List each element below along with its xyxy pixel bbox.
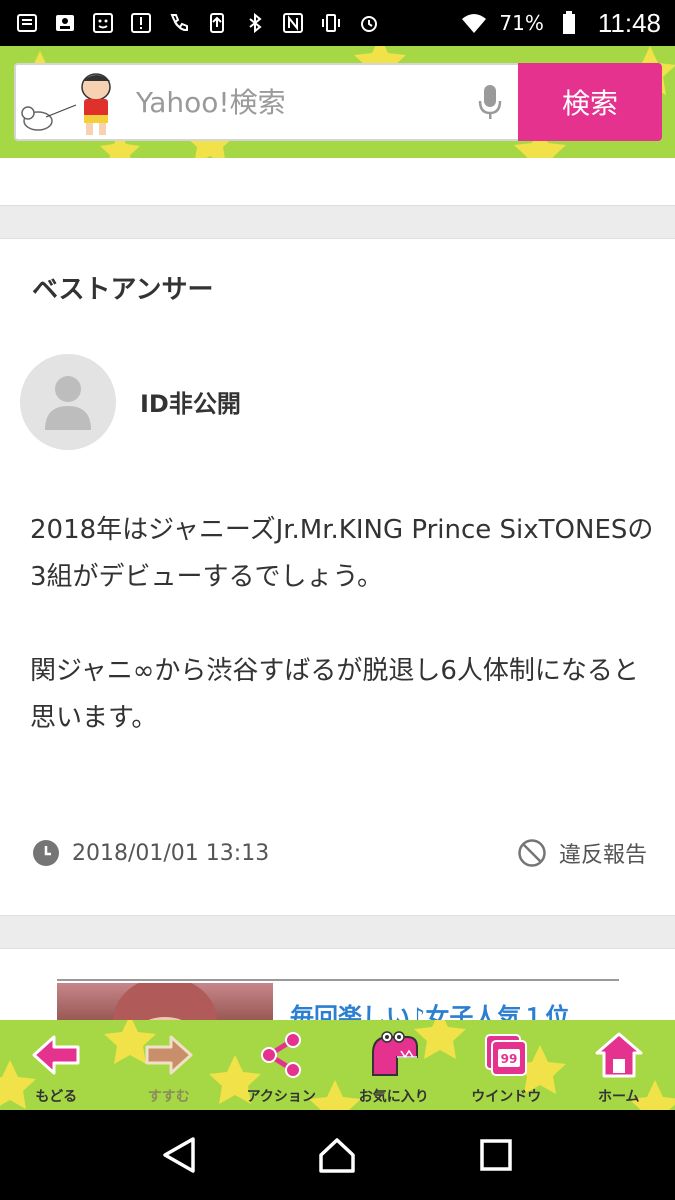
clock-icon	[33, 840, 59, 866]
upload-icon	[204, 10, 230, 36]
report-label: 違反報告	[558, 843, 647, 868]
top-content-strip	[0, 158, 675, 206]
clock: 11:48	[597, 7, 661, 38]
toolbar-label: ウインドウ	[471, 1089, 542, 1105]
prohibited-icon	[518, 839, 546, 867]
toolbar-label: すすむ	[147, 1089, 190, 1105]
report-link[interactable]: 違反報告	[517, 837, 647, 869]
ad-card[interactable]: 毎回楽しい♪女子人気１位	[0, 948, 675, 1028]
toolbar-action-button[interactable]: アクション	[225, 1020, 338, 1110]
toolbar-forward-button[interactable]: すすむ	[113, 1020, 226, 1110]
section-title: ベストアンサー	[32, 275, 214, 305]
timestamp-text: 2018/01/01 13:13	[72, 840, 270, 866]
notification-icon	[14, 10, 40, 36]
search-header: 検索	[0, 46, 675, 158]
home-icon	[589, 1030, 649, 1080]
search-box: 検索	[14, 63, 662, 141]
status-bar: 71% 11:48	[0, 0, 675, 46]
browser-toolbar: もどる すすむ アクション お気に入り 99 ウインドウ ホーム	[0, 1020, 675, 1110]
toolbar-favorites-button[interactable]: お気に入り	[338, 1020, 451, 1110]
user-silhouette-icon	[45, 376, 91, 430]
id-card-icon	[52, 10, 78, 36]
nfc-icon	[280, 10, 306, 36]
search-button[interactable]: 検索	[518, 63, 662, 141]
toolbar-back-button[interactable]: もどる	[0, 1020, 113, 1110]
back-triangle-icon[interactable]	[149, 1125, 209, 1185]
windows-icon: 99	[476, 1030, 536, 1080]
battery-percent: 71%	[499, 11, 544, 35]
divider	[57, 979, 619, 981]
toolbar-label: アクション	[246, 1089, 316, 1105]
share-icon	[251, 1030, 311, 1080]
toolbar-home-button[interactable]: ホーム	[563, 1020, 675, 1110]
toolbar-windows-button[interactable]: 99 ウインドウ	[450, 1020, 563, 1110]
home-circle-icon[interactable]	[307, 1125, 367, 1185]
window-count-badge: 99	[501, 1052, 518, 1066]
toolbar-label: もどる	[35, 1089, 78, 1105]
shinchan-dog-mascot-icon	[21, 73, 111, 135]
call-icon	[166, 10, 192, 36]
user-name[interactable]: ID非公開	[140, 384, 241, 419]
answer-meta: 2018/01/01 13:13 違反報告	[32, 837, 647, 869]
battery-icon	[556, 10, 582, 36]
microphone-icon[interactable]	[470, 80, 510, 124]
alarm-icon	[356, 10, 382, 36]
vibrate-icon	[318, 10, 344, 36]
answer-body: 2018年はジャニーズJr.Mr.KING Prince SixTONESの3組…	[30, 507, 660, 789]
toolbar-label: ホーム	[597, 1089, 640, 1105]
alert-icon	[128, 10, 154, 36]
system-nav-bar	[0, 1110, 675, 1200]
back-arrow-icon	[26, 1030, 86, 1080]
bluetooth-icon	[242, 10, 268, 36]
answer-paragraph: 2018年はジャニーズJr.Mr.KING Prince SixTONESの3組…	[30, 515, 654, 592]
answer-paragraph: 関ジャニ∞から渋谷すばるが脱退し6人体制になると思います。	[30, 656, 639, 733]
forward-arrow-icon	[139, 1030, 199, 1080]
search-input[interactable]	[136, 72, 456, 132]
wifi-icon	[461, 10, 487, 36]
best-answer-card: ベストアンサー ID非公開 2018年はジャニーズJr.Mr.KING Prin…	[0, 238, 675, 916]
avatar[interactable]	[20, 354, 116, 450]
smiley-icon	[90, 10, 116, 36]
recents-square-icon[interactable]	[466, 1125, 526, 1185]
wani-mascot-icon	[364, 1030, 424, 1080]
answer-timestamp: 2018/01/01 13:13	[32, 839, 269, 867]
toolbar-label: お気に入り	[358, 1089, 429, 1105]
